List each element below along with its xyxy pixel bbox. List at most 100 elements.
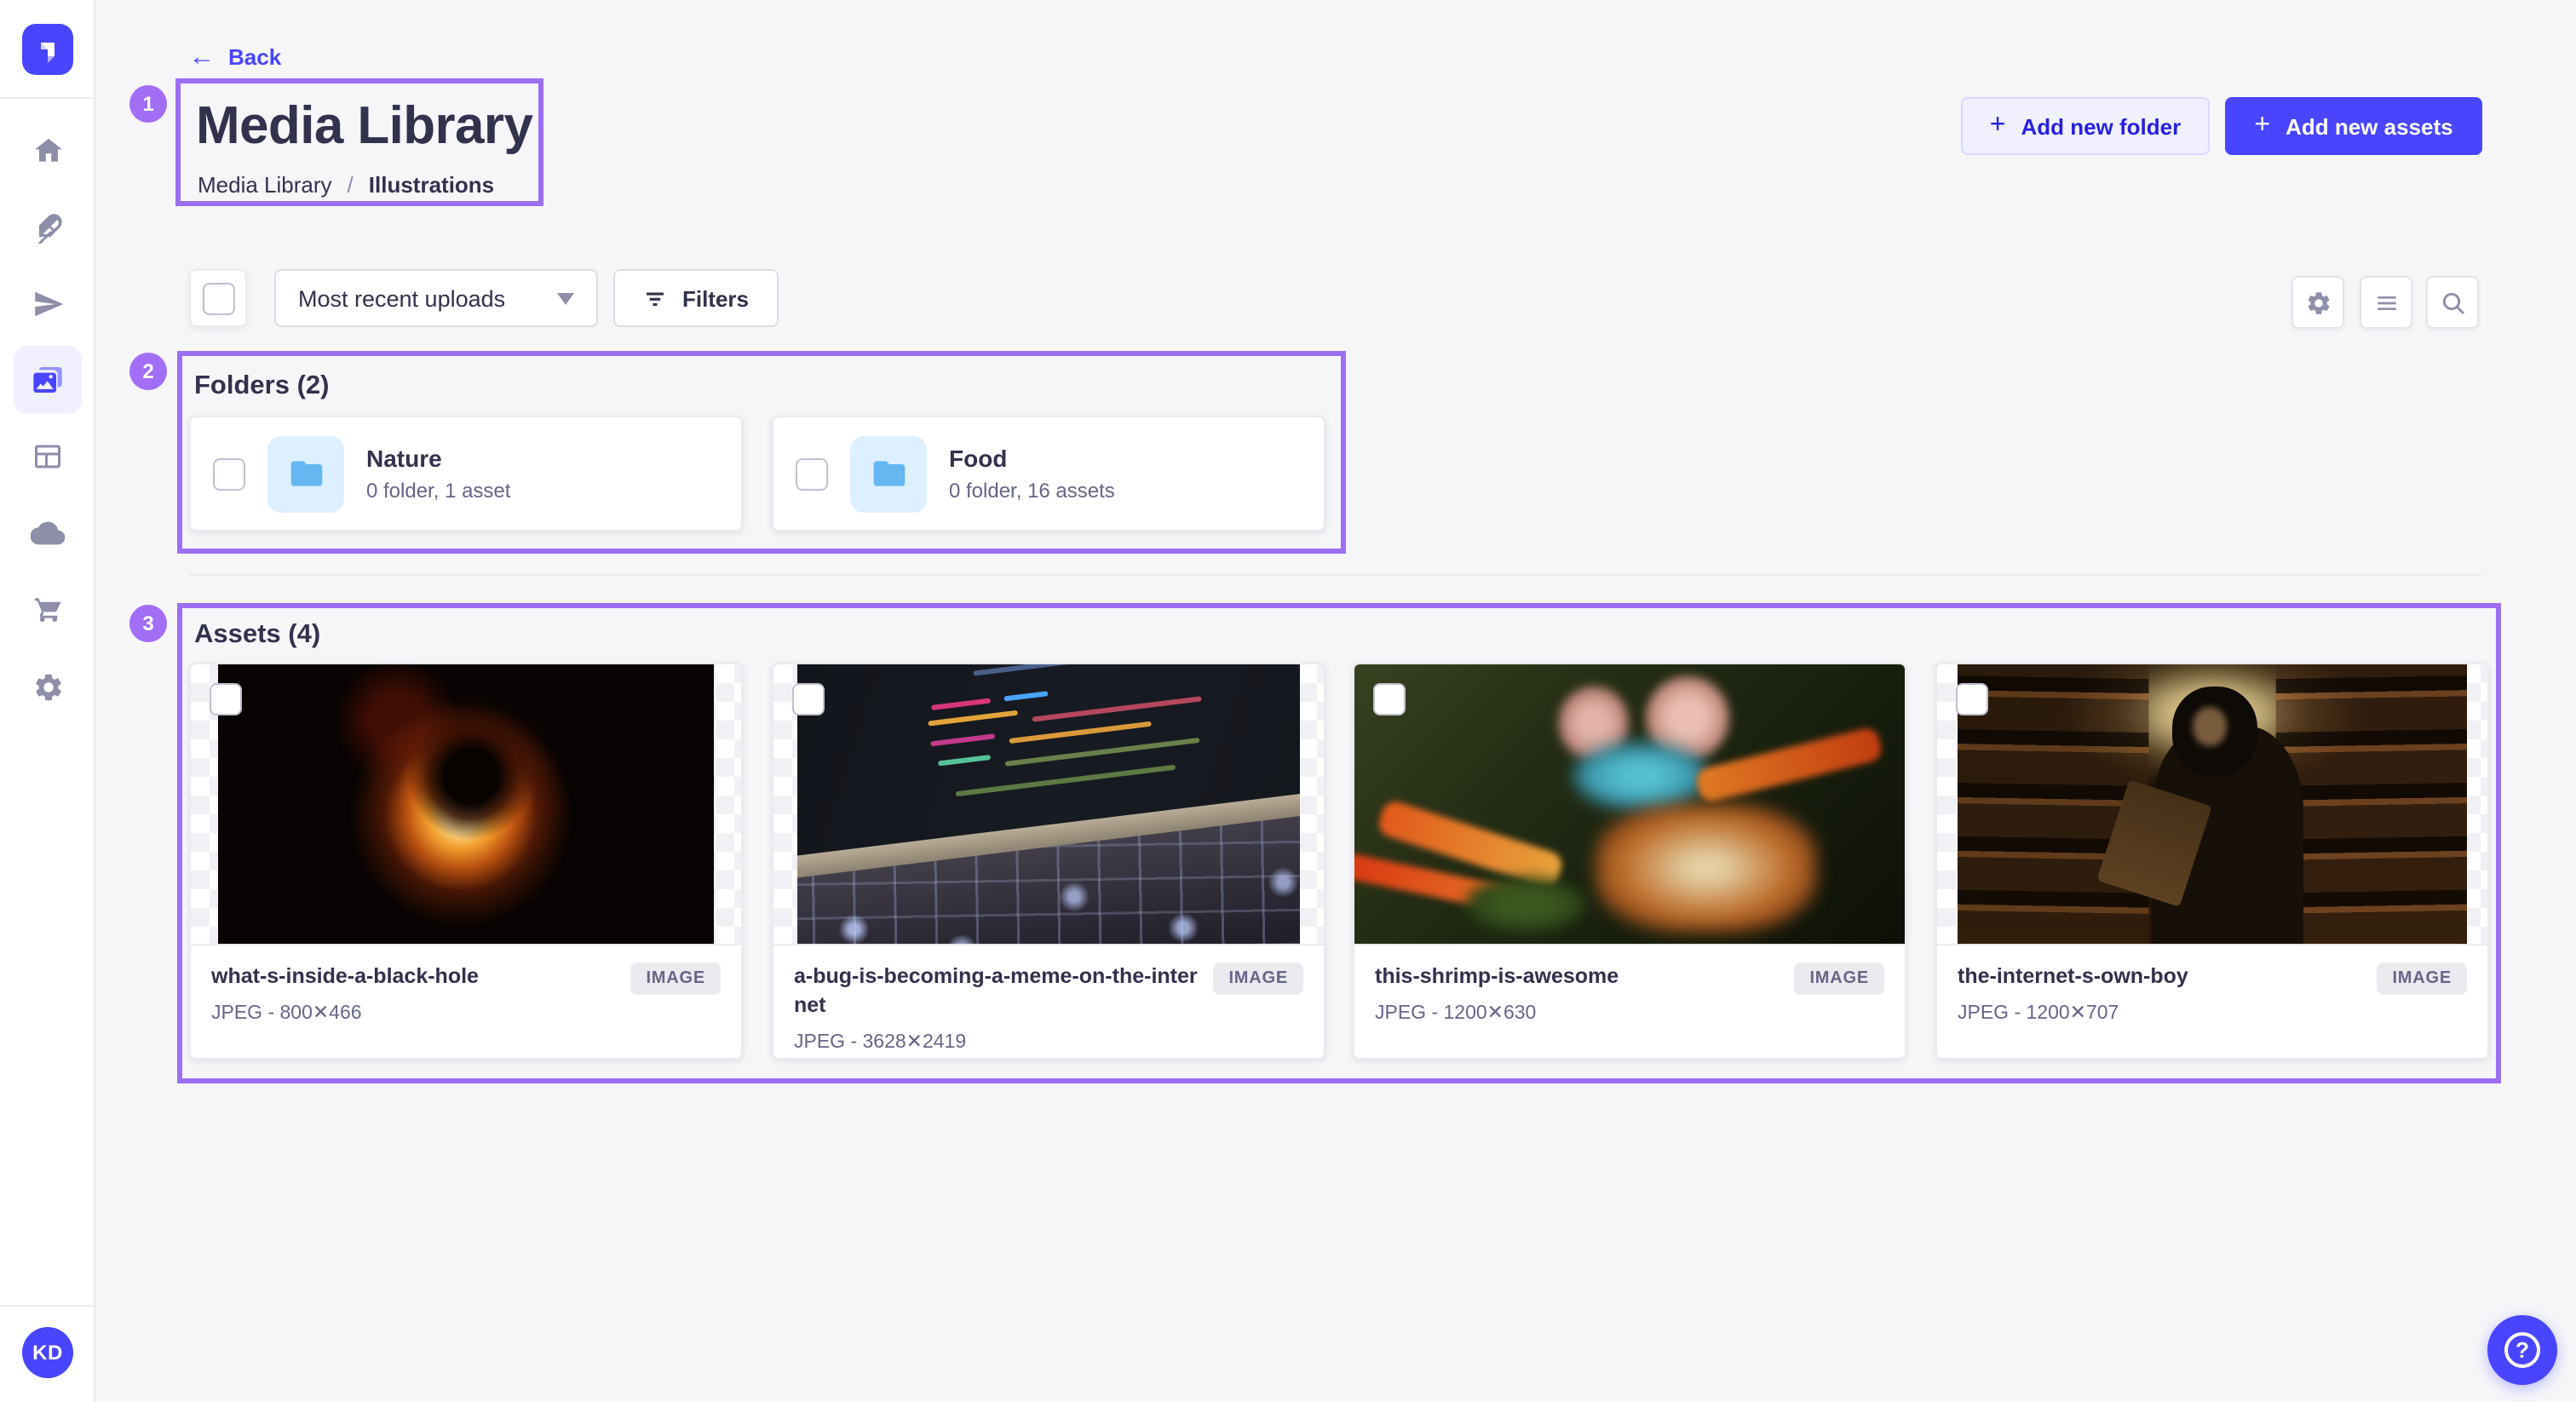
asset-footer: the-internet-s-own-boy JPEG - 1200✕707 I… [1937,945,2487,1024]
select-all-wrapper [189,269,247,327]
asset-thumbnail-library [1958,664,2467,944]
folder-name[interactable]: Nature [366,445,510,472]
page-title: Media Library [196,95,532,157]
asset-meta: JPEG - 3628✕2419 [794,1029,1303,1053]
sort-select[interactable]: Most recent uploads [274,269,598,327]
sidebar-item-content-manager[interactable] [14,192,82,261]
asset-media [773,664,1324,945]
asset-meta: JPEG - 800✕466 [211,1000,721,1024]
sidebar-nav [14,116,82,721]
sidebar-item-releases[interactable] [14,269,82,337]
breadcrumb-parent[interactable]: Media Library [198,172,332,198]
asset-footer: what-s-inside-a-black-hole JPEG - 800✕46… [191,945,741,1024]
asset-footer: this-shrimp-is-awesome JPEG - 1200✕630 I… [1354,945,1905,1024]
sidebar-item-settings[interactable] [14,652,82,721]
gear-icon [2304,289,2332,316]
strapi-logo-icon [34,36,61,63]
user-avatar[interactable]: KD [22,1327,73,1378]
asset-meta: JPEG - 1200✕707 [1958,1000,2467,1024]
asset-thumbnail-laptop-code [797,664,1300,944]
help-button[interactable]: ? [2487,1315,2557,1385]
filters-button[interactable]: Filters [613,269,779,327]
gear-icon [32,670,64,703]
add-new-assets-label: Add new assets [2286,113,2453,139]
asset-checkbox[interactable] [1956,683,1988,715]
folder-checkbox[interactable] [213,457,245,490]
cloud-icon [31,516,65,550]
asset-thumbnail-shrimp [1354,664,1905,944]
plus-icon: + [2254,112,2270,140]
folder-meta: 0 folder, 16 assets [949,479,1115,503]
app-root: KD ← Back 1 Media Library Media Library … [0,0,2576,1402]
asset-card-black-hole[interactable]: what-s-inside-a-black-hole JPEG - 800✕46… [189,663,743,1060]
sort-select-value: Most recent uploads [298,285,505,311]
bookshelf-right [2276,664,2467,944]
asset-footer: a-bug-is-becoming-a-meme-on-the-internet… [773,945,1324,1053]
folder-icon [870,455,907,492]
folder-card-nature[interactable]: Nature 0 folder, 1 asset [189,416,743,531]
asset-card-internets-own-boy[interactable]: the-internet-s-own-boy JPEG - 1200✕707 I… [1935,663,2489,1060]
list-icon [2372,289,2400,316]
search-button[interactable] [2426,276,2479,329]
asset-card-bug-meme[interactable]: a-bug-is-becoming-a-meme-on-the-internet… [772,663,1325,1060]
sidebar-item-content-type-builder[interactable] [14,422,82,491]
folder-checkbox[interactable] [796,457,828,490]
asset-checkbox[interactable] [1373,683,1406,715]
paper-plane-icon [32,287,64,319]
annotation-badge-3: 3 [129,605,167,642]
asset-type-badge: IMAGE [2377,962,2467,995]
asset-thumbnail-black-hole [218,664,714,944]
assets-heading: Assets (4) [194,620,320,651]
list-view-button[interactable] [2360,276,2412,329]
breadcrumb-separator: / [348,172,354,198]
sidebar-item-marketplace[interactable] [14,576,82,644]
laptop-photo [797,664,1300,944]
arrow-left-icon: ← [189,44,215,70]
sidebar: KD [0,0,95,1402]
asset-type-badge: IMAGE [630,962,721,995]
back-link[interactable]: ← Back [189,44,281,70]
media-library-icon [31,363,65,397]
sidebar-item-deploy[interactable] [14,499,82,567]
folder-icon [287,455,325,492]
breadcrumb-current: Illustrations [369,172,494,198]
strapi-logo[interactable] [22,24,73,75]
sidebar-item-home[interactable] [14,116,82,184]
annotation-badge-1: 1 [129,85,167,123]
folder-card-food[interactable]: Food 0 folder, 16 assets [772,416,1325,531]
asset-checkbox[interactable] [792,683,825,715]
annotation-badge-2: 2 [129,353,167,390]
view-settings-button[interactable] [2291,276,2344,329]
section-divider [189,574,2482,576]
filters-label: Filters [682,285,749,311]
filter-icon [643,285,669,311]
folder-texts: Food 0 folder, 16 assets [949,445,1115,503]
add-new-folder-button[interactable]: + Add new folder [1961,97,2210,155]
question-mark-icon: ? [2504,1332,2540,1368]
asset-media [1354,664,1905,945]
asset-checkbox[interactable] [210,683,242,715]
home-icon [32,134,64,166]
asset-type-badge: IMAGE [1213,962,1303,995]
folder-name[interactable]: Food [949,445,1115,472]
folders-heading: Folders (2) [194,371,329,402]
sidebar-item-media-library[interactable] [14,346,82,414]
add-new-folder-label: Add new folder [2021,113,2181,139]
breadcrumb: Media Library / Illustrations [198,172,494,198]
plus-icon: + [1990,112,2006,140]
person-face [2192,706,2228,745]
select-all-checkbox[interactable] [202,282,234,314]
asset-media [191,664,741,945]
layout-icon [32,441,63,472]
search-icon [2439,289,2466,316]
folder-texts: Nature 0 folder, 1 asset [366,445,510,503]
asset-meta: JPEG - 1200✕630 [1375,1000,1884,1024]
sidebar-divider [0,97,94,99]
folder-meta: 0 folder, 1 asset [366,479,510,503]
sidebar-bottom-divider [0,1305,94,1307]
back-label: Back [228,44,281,70]
asset-card-shrimp[interactable]: this-shrimp-is-awesome JPEG - 1200✕630 I… [1353,663,1906,1060]
add-new-assets-button[interactable]: + Add new assets [2225,97,2482,155]
feather-icon [32,210,64,243]
folder-tile [267,435,344,512]
